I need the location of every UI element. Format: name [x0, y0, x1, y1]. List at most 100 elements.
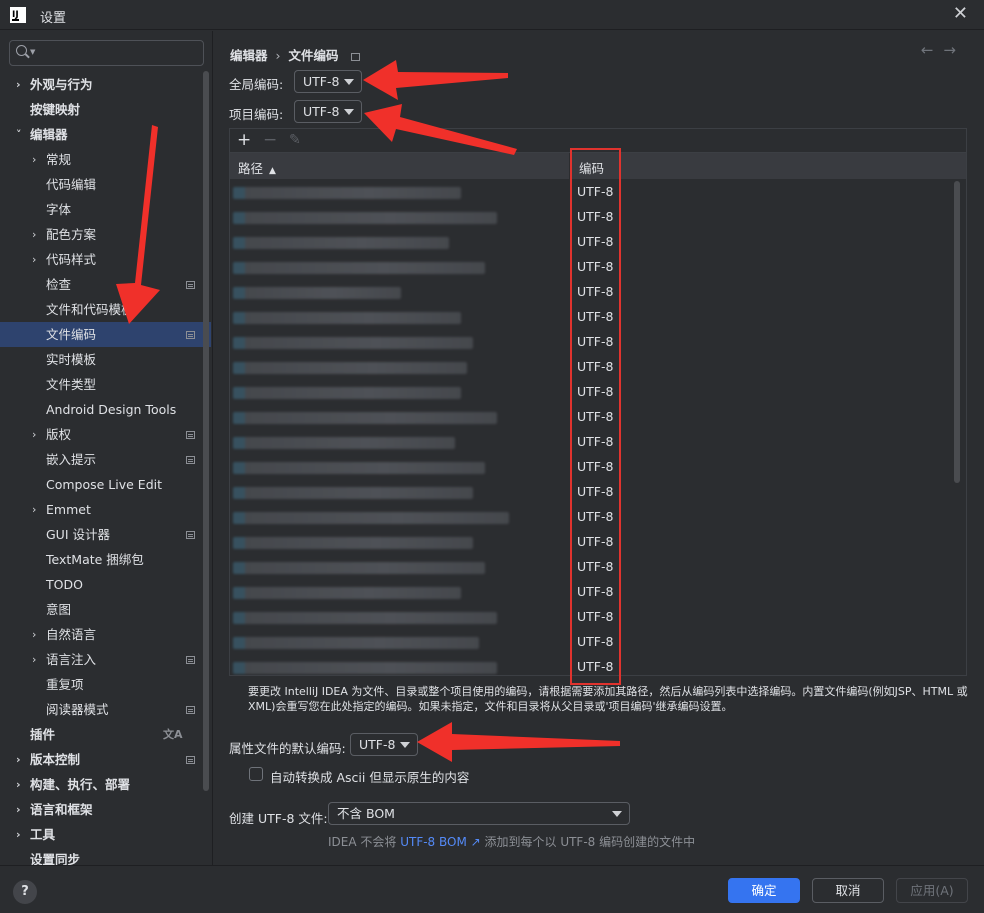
project-scope-icon: [186, 431, 195, 439]
forward-arrow-icon[interactable]: →: [943, 41, 966, 59]
sidebar-item-label: 文件和代码模板: [46, 302, 134, 317]
breadcrumb-parent[interactable]: 编辑器: [230, 48, 268, 63]
bom-select[interactable]: 不含 BOM: [328, 802, 630, 825]
sidebar-item-label: 工具: [30, 827, 56, 842]
sidebar-item-17[interactable]: › Emmet: [0, 497, 211, 522]
properties-encoding-select[interactable]: UTF-8: [350, 733, 418, 756]
sidebar-item-9[interactable]: 文件和代码模板: [0, 297, 211, 322]
sidebar-item-14[interactable]: › 版权: [0, 422, 211, 447]
sidebar-item-label: 版本控制: [30, 752, 81, 767]
sidebar-item-label: 插件: [30, 727, 56, 742]
blurred-path-cell: [233, 287, 401, 299]
chevron-right-icon[interactable]: ›: [16, 797, 21, 822]
sidebar-item-label: TextMate 捆绑包: [46, 552, 144, 567]
sidebar-item-21[interactable]: 意图: [0, 597, 211, 622]
sidebar-item-label: 代码编辑: [46, 177, 97, 192]
chevron-right-icon[interactable]: ›: [16, 822, 21, 847]
sidebar-item-label: Compose Live Edit: [46, 477, 163, 492]
chevron-right-icon[interactable]: ›: [32, 147, 36, 172]
sidebar-item-11[interactable]: 实时模板: [0, 347, 211, 372]
sidebar-item-27[interactable]: › 版本控制: [0, 747, 211, 772]
sidebar-item-28[interactable]: › 构建、执行、部署: [0, 772, 211, 797]
settings-content: 编辑器 › 文件编码 ←→ 全局编码: UTF-8 项目编码: UTF-8 + − …: [214, 31, 984, 865]
sidebar-item-12[interactable]: 文件类型: [0, 372, 211, 397]
sidebar-item-label: 意图: [46, 602, 72, 617]
project-scope-icon: [186, 331, 195, 339]
add-icon[interactable]: +: [237, 130, 251, 150]
sidebar-item-13[interactable]: Android Design Tools: [0, 397, 211, 422]
table-scrollbar[interactable]: [954, 181, 960, 483]
bom-hint: IDEA 不会将 UTF-8 BOM ↗ 添加到每个以 UTF-8 编码创建的文…: [328, 833, 695, 850]
chevron-right-icon[interactable]: ›: [32, 422, 36, 447]
chevron-right-icon[interactable]: ›: [32, 622, 36, 647]
chevron-right-icon[interactable]: ›: [32, 497, 36, 522]
utf8-bom-link[interactable]: UTF-8 BOM ↗: [400, 835, 480, 849]
chevron-right-icon[interactable]: ›: [32, 647, 36, 672]
chevron-right-icon[interactable]: ›: [16, 747, 21, 772]
sidebar-item-label: Emmet: [46, 502, 91, 517]
sidebar-item-20[interactable]: TODO: [0, 572, 211, 597]
ascii-checkbox[interactable]: [249, 767, 263, 781]
chevron-right-icon[interactable]: ›: [16, 72, 21, 97]
search-input[interactable]: ▼: [9, 40, 204, 66]
sidebar-item-25[interactable]: 阅读器模式: [0, 697, 211, 722]
chevron-down-icon: [400, 742, 410, 748]
chevron-down-icon[interactable]: ▼: [30, 48, 35, 56]
sidebar-item-6[interactable]: › 配色方案: [0, 222, 211, 247]
back-arrow-icon[interactable]: ←: [921, 41, 944, 59]
sidebar-item-26[interactable]: 插件 文A: [0, 722, 211, 747]
project-scope-icon: [350, 52, 360, 61]
close-icon[interactable]: ✕: [953, 3, 968, 24]
sidebar-item-16[interactable]: Compose Live Edit: [0, 472, 211, 497]
sidebar-item-18[interactable]: GUI 设计器: [0, 522, 211, 547]
sidebar-scrollbar[interactable]: [203, 71, 209, 791]
blurred-path-cell: [233, 637, 479, 649]
sidebar-item-22[interactable]: › 自然语言: [0, 622, 211, 647]
sidebar-item-1[interactable]: 按键映射: [0, 97, 211, 122]
chevron-right-icon[interactable]: ›: [32, 222, 36, 247]
ok-button[interactable]: 确定: [728, 878, 800, 903]
sidebar-item-3[interactable]: › 常规: [0, 147, 211, 172]
sidebar-item-label: 语言注入: [46, 652, 97, 667]
sidebar-item-10[interactable]: 文件编码: [0, 322, 211, 347]
apply-button[interactable]: 应用(A): [896, 878, 968, 903]
column-header-path[interactable]: 路径 ▲: [238, 158, 276, 177]
blurred-path-cell: [233, 412, 497, 424]
sidebar-item-label: 重复项: [46, 677, 84, 692]
sidebar-item-label: 字体: [46, 202, 72, 217]
remove-icon[interactable]: −: [263, 130, 277, 150]
sidebar-item-5[interactable]: 字体: [0, 197, 211, 222]
cancel-button[interactable]: 取消: [812, 878, 884, 903]
sidebar-item-label: 版权: [46, 427, 72, 442]
sidebar-item-label: 阅读器模式: [46, 702, 109, 717]
sidebar-item-0[interactable]: › 外观与行为: [0, 72, 211, 97]
sidebar-item-24[interactable]: 重复项: [0, 672, 211, 697]
sidebar-item-30[interactable]: › 工具: [0, 822, 211, 847]
sidebar-item-2[interactable]: ˅ 编辑器: [0, 122, 211, 147]
sidebar-item-23[interactable]: › 语言注入: [0, 647, 211, 672]
help-button[interactable]: ?: [13, 880, 37, 904]
properties-encoding-label: 属性文件的默认编码:: [229, 741, 346, 756]
sidebar-item-7[interactable]: › 代码样式: [0, 247, 211, 272]
blurred-path-cell: [233, 212, 497, 224]
chevron-down-icon[interactable]: ˅: [16, 122, 22, 147]
sidebar-item-8[interactable]: 检查: [0, 272, 211, 297]
nav-arrows: ←→: [921, 41, 966, 59]
breadcrumb: 编辑器 › 文件编码: [230, 45, 360, 64]
sidebar-item-4[interactable]: 代码编辑: [0, 172, 211, 197]
sidebar-item-15[interactable]: 嵌入提示: [0, 447, 211, 472]
sidebar-item-29[interactable]: › 语言和框架: [0, 797, 211, 822]
sidebar-item-label: 检查: [46, 277, 72, 292]
ascii-checkbox-label[interactable]: 自动转换成 Ascii 但显示原生的内容: [270, 767, 469, 786]
chevron-right-icon[interactable]: ›: [32, 247, 36, 272]
chevron-right-icon[interactable]: ›: [16, 772, 21, 797]
sidebar-item-label: 配色方案: [46, 227, 97, 242]
sidebar-item-label: 构建、执行、部署: [30, 777, 131, 792]
sidebar-item-19[interactable]: TextMate 捆绑包: [0, 547, 211, 572]
project-encoding-label: 项目编码:: [229, 107, 284, 122]
dialog-footer: ? 确定 取消 应用(A): [0, 865, 984, 913]
sidebar-item-label: GUI 设计器: [46, 527, 110, 542]
global-encoding-select[interactable]: UTF-8: [294, 70, 362, 93]
edit-icon[interactable]: ✎: [289, 132, 301, 148]
project-encoding-select[interactable]: UTF-8: [294, 100, 362, 123]
